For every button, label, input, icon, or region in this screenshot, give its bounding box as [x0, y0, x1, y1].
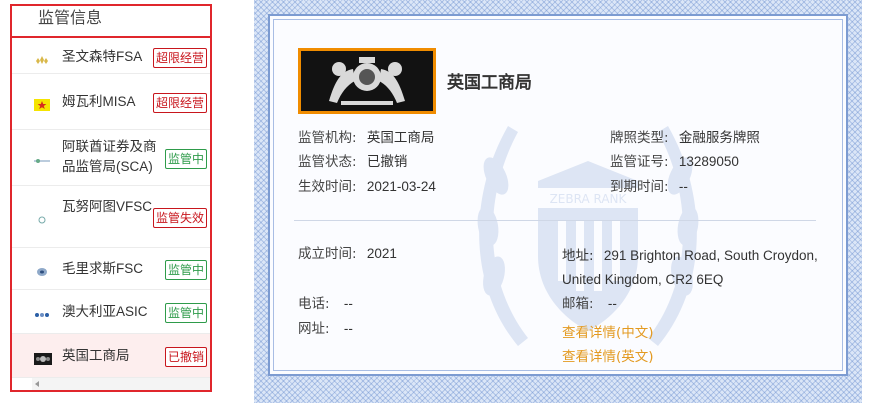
- field-value: 已撤销: [366, 154, 408, 169]
- field-label: 地址:: [562, 248, 594, 264]
- field-value: 291 Brighton Road, South Croydon, United…: [562, 248, 818, 287]
- list-item-australia-asic[interactable]: 澳大利亚ASIC 监管中: [12, 290, 210, 334]
- view-details-english-link[interactable]: 查看详情(英文): [562, 345, 654, 365]
- field-value: 金融服务牌照: [678, 130, 760, 145]
- flag-icon: [34, 211, 50, 224]
- field-label: 网址:: [298, 321, 330, 337]
- field-value: --: [678, 179, 688, 194]
- field-value: --: [343, 321, 353, 336]
- status-badge: 已撤销: [164, 347, 207, 367]
- scroll-left-icon[interactable]: [35, 381, 39, 387]
- list-item-svg-fsa[interactable]: 圣文森特FSA 超限经营: [12, 40, 210, 74]
- certificate-card: ZEBRA RANK 英国工商局 监管机构: 英国工商局 牌照类型: 金融服务牌…: [268, 14, 848, 376]
- field-mailbox: 邮箱: --: [562, 294, 617, 314]
- status-badge: 监管失效: [152, 208, 207, 228]
- flag-icon: [34, 96, 50, 111]
- list-item-label: 瓦努阿图VFSC: [62, 199, 153, 214]
- divider: [294, 220, 816, 221]
- field-expiry-date: 到期时间: --: [610, 177, 688, 197]
- list-item-uae-sca[interactable]: 阿联酋证券及商品监管局(SCA) 监管中: [12, 130, 210, 186]
- regulation-panel: 监管信息 圣文森特FSA 超限经营 姆瓦利MISA 超限经营 阿联酋证券及商品监…: [10, 4, 212, 392]
- status-badge: 超限经营: [152, 48, 207, 68]
- field-agency: 监管机构: 英国工商局: [298, 128, 434, 148]
- field-label: 监管状态:: [298, 154, 357, 170]
- field-effective-date: 生效时间: 2021-03-24: [298, 177, 436, 197]
- field-label: 邮箱:: [562, 296, 594, 312]
- coat-of-arms-icon: [34, 350, 52, 365]
- field-label: 生效时间:: [298, 179, 357, 195]
- flag-icon: [34, 306, 50, 318]
- scroll-right-icon[interactable]: [211, 381, 212, 387]
- flag-icon: [34, 263, 50, 276]
- field-founded: 成立时间: 2021: [298, 244, 397, 264]
- field-license-number: 监管证号: 13289050: [610, 152, 739, 172]
- field-label: 电话:: [298, 296, 330, 312]
- list-item-uk-companies-house[interactable]: 英国工商局 已撤销: [12, 334, 210, 378]
- field-label: 监管机构:: [298, 130, 357, 146]
- certificate-frame: ZEBRA RANK 英国工商局 监管机构: 英国工商局 牌照类型: 金融服务牌…: [254, 0, 862, 403]
- regulator-logo: [298, 48, 436, 114]
- flag-icon: [34, 51, 50, 64]
- field-address: 地址: 291 Brighton Road, South Croydon, Un…: [562, 244, 822, 292]
- list-item-vanuatu-vfsc[interactable]: 瓦努阿图VFSC 监管失效: [12, 186, 210, 248]
- status-badge: 监管中: [164, 149, 207, 169]
- list-item-label: 阿联酋证券及商品监管局(SCA): [62, 139, 157, 174]
- list-item-label: 毛里求斯FSC: [62, 261, 143, 276]
- status-badge: 监管中: [164, 303, 207, 323]
- field-phone: 电话: --: [298, 294, 353, 314]
- field-value: --: [343, 296, 353, 311]
- list-item-mwali-misa[interactable]: 姆瓦利MISA 超限经营: [12, 74, 210, 130]
- view-details-chinese-link[interactable]: 查看详情(中文): [562, 321, 654, 341]
- field-label: 成立时间:: [298, 246, 357, 262]
- status-badge: 超限经营: [152, 93, 207, 113]
- field-label: 到期时间:: [610, 179, 669, 195]
- regulator-list: 圣文森特FSA 超限经营 姆瓦利MISA 超限经营 阿联酋证券及商品监管局(SC…: [12, 40, 210, 378]
- status-badge: 监管中: [164, 260, 207, 280]
- panel-title: 监管信息: [12, 6, 210, 38]
- flag-icon: [34, 152, 50, 164]
- field-label: 牌照类型:: [610, 130, 669, 146]
- field-status: 监管状态: 已撤销: [298, 152, 407, 172]
- field-website: 网址: --: [298, 319, 353, 339]
- field-value: 2021: [366, 246, 397, 261]
- horizontal-scrollbar[interactable]: [32, 378, 212, 390]
- field-value: --: [607, 296, 617, 311]
- field-value: 2021-03-24: [366, 179, 436, 194]
- field-label: 监管证号:: [610, 154, 669, 170]
- list-item-label: 英国工商局: [62, 348, 130, 363]
- list-item-label: 澳大利亚ASIC: [62, 304, 148, 319]
- field-value: 13289050: [678, 154, 739, 169]
- list-item-label: 圣文森特FSA: [62, 49, 143, 64]
- field-value: 英国工商局: [366, 130, 435, 145]
- list-item-label: 姆瓦利MISA: [62, 94, 136, 109]
- coat-of-arms-icon: [301, 51, 433, 111]
- list-item-mauritius-fsc[interactable]: 毛里求斯FSC 监管中: [12, 248, 210, 290]
- field-license-type: 牌照类型: 金融服务牌照: [610, 128, 760, 148]
- company-title: 英国工商局: [447, 73, 532, 93]
